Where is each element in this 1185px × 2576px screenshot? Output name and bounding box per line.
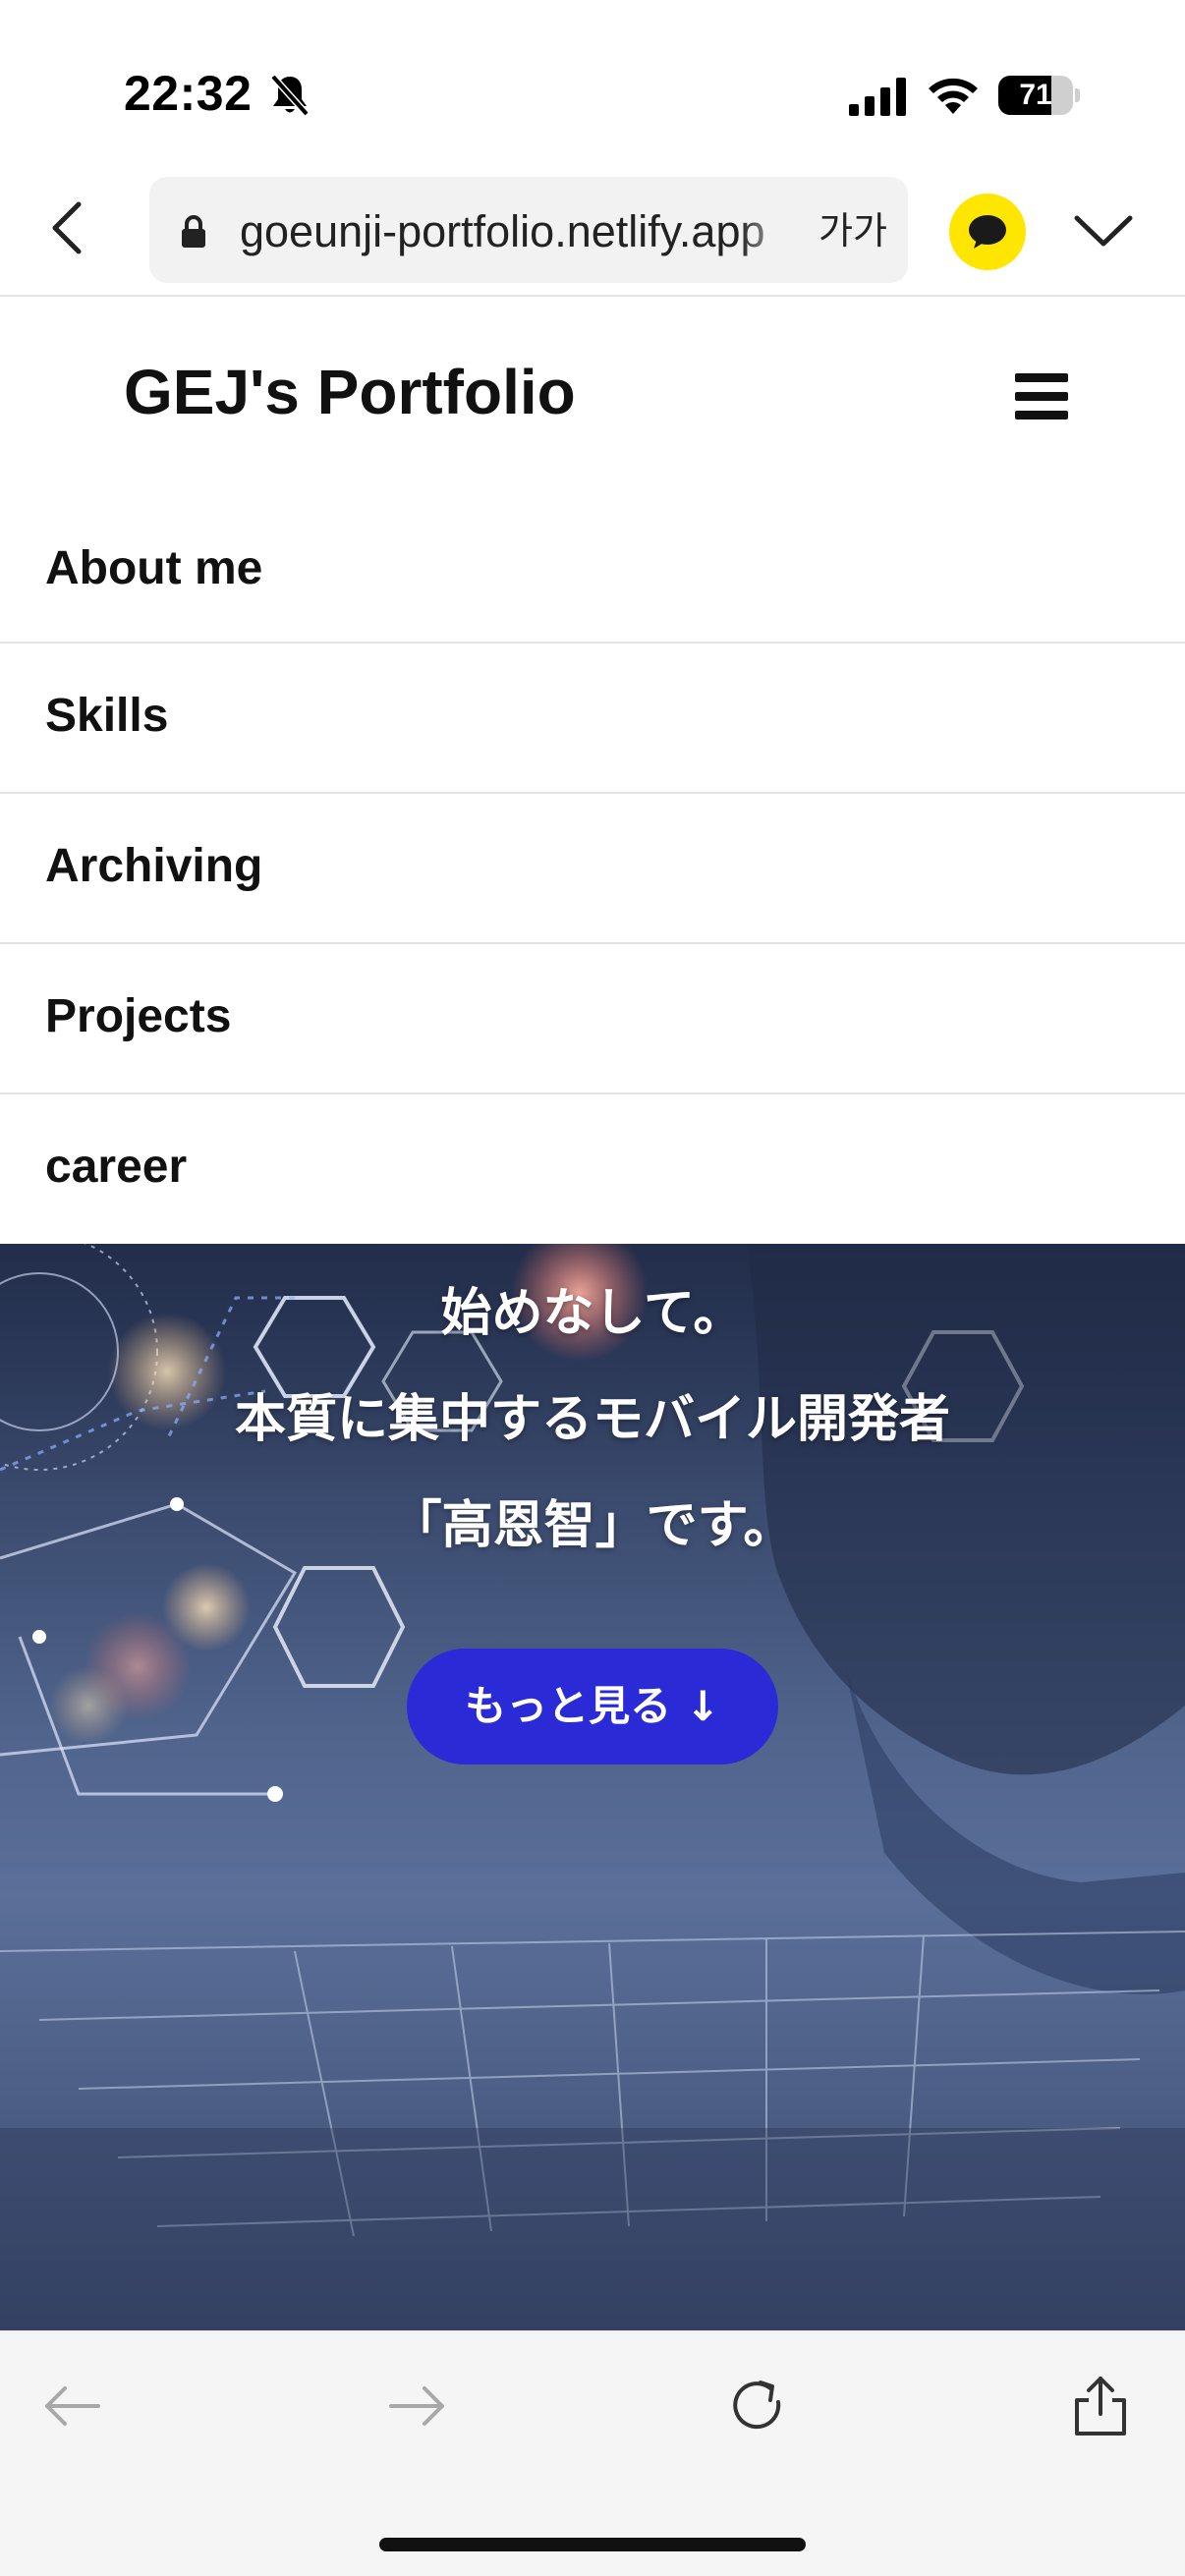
bell-slash-icon bbox=[270, 74, 310, 117]
see-more-button[interactable]: もっと見る ↓ bbox=[407, 1649, 778, 1764]
nav-item-label: Archiving bbox=[45, 840, 263, 892]
share-icon[interactable] bbox=[1069, 2375, 1132, 2437]
hero-section: 始めなして。 本質に集中するモバイル開発者 「高恩智」です。 もっと見る ↓ bbox=[0, 1244, 1185, 2330]
back-icon[interactable] bbox=[41, 2375, 104, 2437]
battery-icon: 71 bbox=[998, 76, 1080, 115]
kakaotalk-button[interactable] bbox=[949, 194, 1026, 270]
reload-icon[interactable] bbox=[727, 2375, 790, 2437]
nav-item-archiving[interactable]: Archiving bbox=[0, 794, 1185, 944]
nav-item-projects[interactable]: Projects bbox=[0, 944, 1185, 1094]
nav-item-label: career bbox=[45, 1141, 188, 1193]
nav-item-about-me[interactable]: About me bbox=[0, 493, 1185, 644]
status-time: 22:32 bbox=[124, 66, 253, 121]
wifi-icon bbox=[929, 78, 978, 114]
bottom-toolbar bbox=[0, 2330, 1185, 2576]
address-bar[interactable]: goeunji-portfolio.netlify.app 가가 bbox=[149, 177, 908, 283]
hero-greeting: 始めなして。 bbox=[440, 1284, 745, 1343]
nav-item-skills[interactable]: Skills bbox=[0, 644, 1185, 794]
cellular-signal-icon bbox=[849, 78, 906, 116]
browser-toolbar: goeunji-portfolio.netlify.app 가가 bbox=[0, 177, 1185, 297]
nav-item-label: Projects bbox=[45, 990, 232, 1042]
home-indicator bbox=[379, 2538, 806, 2551]
site-header: GEJ's Portfolio bbox=[0, 297, 1185, 493]
back-arrow-icon[interactable] bbox=[43, 198, 92, 257]
hero-name: 「高恩智」です。 bbox=[390, 1496, 795, 1555]
nav-item-label: Skills bbox=[45, 690, 169, 742]
lock-icon bbox=[182, 215, 205, 248]
nav-item-career[interactable]: career bbox=[0, 1094, 1185, 1245]
hamburger-icon[interactable] bbox=[1015, 371, 1068, 420]
chevron-down-icon[interactable] bbox=[1071, 206, 1136, 255]
nav-menu: About me Skills Archiving Projects caree… bbox=[0, 493, 1185, 1245]
kakaotalk-icon bbox=[969, 215, 1006, 249]
nav-item-label: About me bbox=[45, 542, 263, 594]
hero-tagline: 本質に集中するモバイル開発者 bbox=[234, 1390, 950, 1449]
battery-level: 71 bbox=[1019, 79, 1052, 111]
forward-icon[interactable] bbox=[385, 2375, 448, 2437]
status-bar: 22:32 71 bbox=[0, 0, 1185, 177]
font-size-button[interactable]: 가가 bbox=[814, 206, 892, 257]
site-title[interactable]: GEJ's Portfolio bbox=[124, 356, 576, 428]
url-text: goeunji-portfolio.netlify.app bbox=[240, 206, 765, 256]
